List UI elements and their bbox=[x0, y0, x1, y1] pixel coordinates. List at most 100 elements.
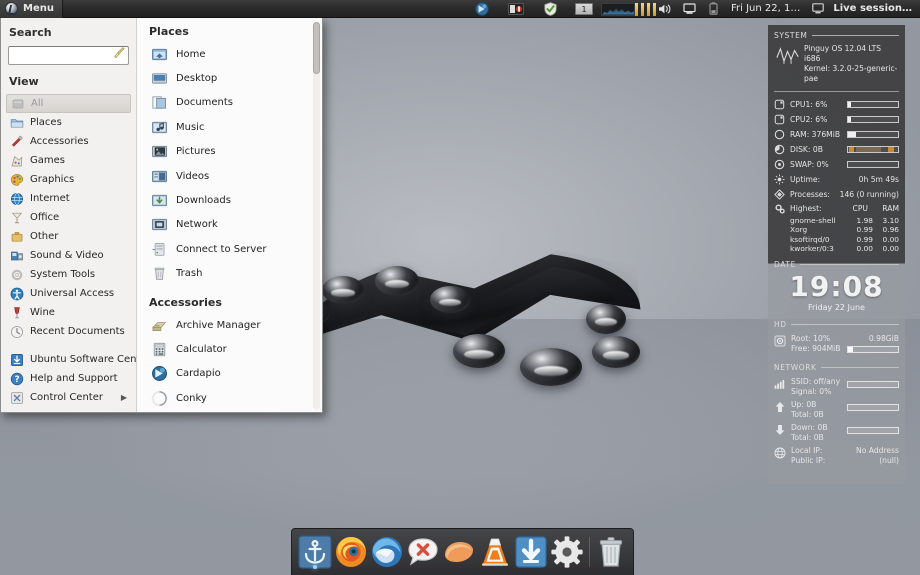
conky-highest-label: Highest: bbox=[790, 204, 822, 213]
upload-arrow-icon bbox=[775, 401, 785, 412]
session-label[interactable]: Live session… bbox=[830, 3, 920, 14]
sidebar-item-places[interactable]: Places bbox=[6, 113, 131, 132]
list-item[interactable]: Archive Manager bbox=[147, 313, 314, 337]
software-center-icon bbox=[11, 353, 23, 366]
sidebar-item-office[interactable]: Office bbox=[6, 208, 131, 227]
conky-stat-label: SWAP: 0% bbox=[790, 159, 829, 169]
firefox-icon[interactable] bbox=[334, 534, 368, 570]
sidebar-item-recent-documents[interactable]: Recent Documents bbox=[6, 322, 131, 341]
recent-documents-icon bbox=[10, 325, 24, 338]
conky-local-ip-label: Local IP: bbox=[791, 445, 823, 455]
list-item[interactable]: Conky bbox=[147, 386, 314, 410]
list-item[interactable]: Desktop bbox=[147, 66, 314, 90]
conky-os-name: Pinguy OS 12.04 LTS i686 bbox=[804, 44, 881, 64]
places-section-title: Places bbox=[149, 25, 189, 38]
cardapio-tray-icon[interactable] bbox=[465, 0, 499, 18]
home-folder-icon bbox=[151, 48, 168, 60]
hard-drive-icon bbox=[774, 335, 786, 347]
battery-icon[interactable] bbox=[701, 0, 725, 18]
conky-hd-labels: Root: 10% Free: 904MiB bbox=[791, 334, 840, 355]
sidebar-item-help-and-support[interactable]: ? Help and Support bbox=[6, 369, 131, 388]
list-item[interactable]: Music bbox=[147, 115, 314, 139]
category-list: All Places Accessories Games Graphics In… bbox=[6, 94, 151, 407]
list-item[interactable]: Cardapio bbox=[147, 362, 314, 386]
workspace-switcher[interactable]: 1 bbox=[567, 0, 601, 18]
list-item[interactable]: Videos bbox=[147, 164, 314, 188]
list-item[interactable]: Network bbox=[147, 213, 314, 237]
list-item[interactable]: Pictures bbox=[147, 140, 314, 164]
panel-clock[interactable]: Fri Jun 22, 1… bbox=[725, 3, 806, 14]
conky-system-monitor: SYSTEM Pinguy OS 12.04 LTS i686 Kernel: … bbox=[768, 25, 905, 484]
trash-icon bbox=[154, 267, 165, 280]
sidebar-item-ubuntu-software-center[interactable]: Ubuntu Software Center bbox=[6, 350, 151, 369]
battery-monitor-icon[interactable] bbox=[499, 0, 533, 18]
sidebar-item-internet[interactable]: Internet bbox=[6, 189, 131, 208]
list-item[interactable]: Calculator bbox=[147, 337, 314, 361]
conky-stat-row: SWAP: 0% bbox=[774, 157, 899, 172]
sidebar-item-accessories[interactable]: Accessories bbox=[6, 132, 131, 151]
sidebar-item-all[interactable]: All bbox=[6, 94, 131, 113]
videos-folder-icon bbox=[151, 170, 168, 182]
clear-search-broom-icon[interactable] bbox=[113, 46, 126, 59]
sidebar-item-graphics[interactable]: Graphics bbox=[6, 170, 131, 189]
menu-button[interactable]: Menu bbox=[0, 0, 63, 18]
sidebar-item-system-tools[interactable]: System Tools bbox=[6, 265, 131, 284]
list-item[interactable]: Documents bbox=[147, 91, 314, 115]
wallpaper-orb bbox=[520, 348, 582, 386]
search-input[interactable] bbox=[8, 46, 129, 65]
help-icon: ? bbox=[10, 372, 24, 385]
conky-process-row: Xorg 0.99 0.96 bbox=[774, 225, 899, 235]
conky-process-row: gnome-shell 1.98 3.10 bbox=[774, 216, 899, 226]
process-name: Xorg bbox=[790, 225, 808, 235]
list-item-label: Calculator bbox=[176, 343, 227, 355]
list-item[interactable]: Downloads bbox=[147, 188, 314, 212]
places-scrollbar-thumb[interactable] bbox=[313, 22, 320, 74]
conky-public-ip-label: Public IP: bbox=[791, 456, 826, 466]
conky-icon bbox=[151, 390, 167, 407]
list-item[interactable]: Trash bbox=[147, 262, 314, 286]
process-name: gnome-shell bbox=[790, 215, 836, 225]
list-item-label: Desktop bbox=[176, 73, 218, 85]
clementine-icon[interactable] bbox=[442, 534, 476, 570]
list-item[interactable]: Connect to Server bbox=[147, 237, 314, 261]
sidebar-item-other[interactable]: Other bbox=[6, 227, 131, 246]
meter-fill bbox=[848, 347, 853, 353]
sidebar-item-wine[interactable]: Wine bbox=[6, 303, 131, 322]
workspace-number: 1 bbox=[575, 3, 593, 15]
ram-icon bbox=[774, 129, 785, 139]
list-item-label: Videos bbox=[176, 170, 210, 182]
trash-icon[interactable] bbox=[595, 534, 627, 570]
sidebar-item-control-center[interactable]: Control Center ▶ bbox=[6, 388, 131, 407]
connect-server-icon bbox=[152, 242, 165, 256]
view-section-title: View bbox=[9, 75, 39, 88]
menu-right-pane[interactable]: Places Home Desktop Documents Music Pict… bbox=[137, 18, 322, 412]
conky-signal: Signal: 0% bbox=[791, 387, 832, 397]
sidebar-item-games[interactable]: Games bbox=[6, 151, 131, 170]
places-scrollbar-track[interactable] bbox=[313, 22, 320, 410]
conky-hd-free: Free: 904MiB bbox=[791, 344, 841, 354]
settings-gear-icon[interactable] bbox=[550, 534, 584, 570]
meter-fill bbox=[848, 101, 851, 107]
conky-divider bbox=[774, 90, 899, 92]
wallpaper-orb bbox=[322, 276, 364, 304]
top-panel: Menu 1 Fri Jun 22, 1… Live session… bbox=[0, 0, 920, 18]
list-item-label: Home bbox=[176, 48, 206, 60]
display-icon[interactable] bbox=[677, 0, 701, 18]
other-icon bbox=[11, 231, 23, 242]
pidgin-icon[interactable] bbox=[406, 534, 440, 570]
archive-manager-icon bbox=[152, 321, 166, 331]
network-graph-icon[interactable] bbox=[601, 0, 635, 18]
list-item-label: Archive Manager bbox=[176, 319, 261, 331]
thunderbird-icon[interactable] bbox=[370, 534, 404, 570]
sidebar-item-universal-access[interactable]: Universal Access bbox=[6, 284, 131, 303]
list-item[interactable]: Home bbox=[147, 42, 314, 66]
shield-icon[interactable] bbox=[533, 0, 567, 18]
sidebar-item-sound-video[interactable]: Sound & Video bbox=[6, 246, 131, 265]
conky-download-row: Down: 0B Total: 0B bbox=[774, 421, 899, 444]
downloader-icon[interactable] bbox=[514, 534, 548, 570]
cpu-bars-icon[interactable] bbox=[635, 0, 669, 18]
conky-stat-label: CPU1: 6% bbox=[790, 99, 828, 109]
docky-anchor-icon[interactable] bbox=[298, 534, 332, 570]
vlc-icon[interactable] bbox=[478, 534, 512, 570]
session-indicator-icon[interactable] bbox=[806, 0, 830, 18]
